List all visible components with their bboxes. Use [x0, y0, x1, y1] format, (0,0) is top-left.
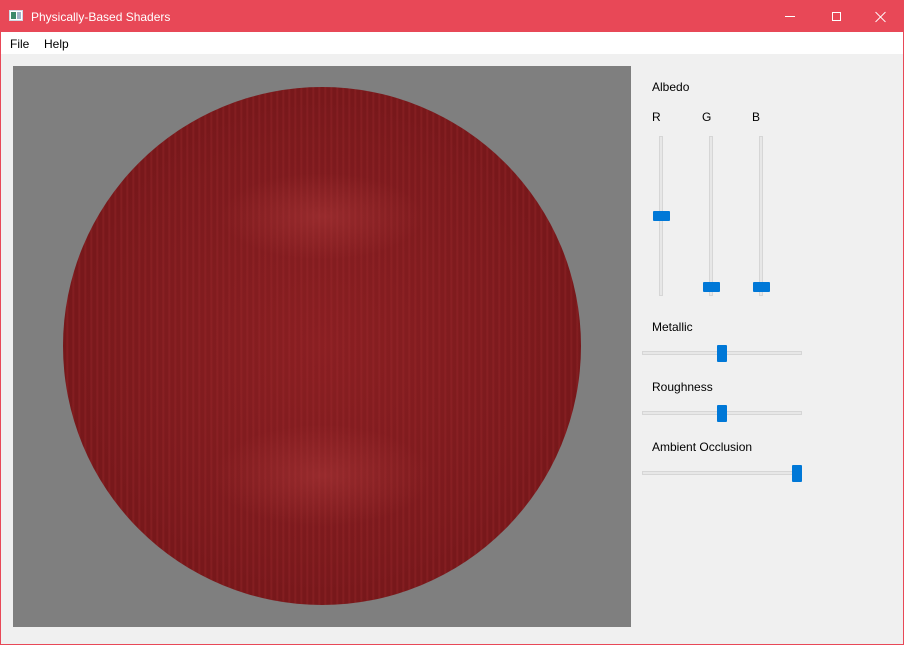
controls-panel: Albedo R G B Metallic Roughness Ambient … — [641, 66, 901, 626]
app-icon — [9, 10, 23, 21]
close-icon — [875, 11, 887, 23]
roughness-label: Roughness — [652, 380, 713, 394]
slider-thumb[interactable] — [653, 211, 670, 221]
maximize-button[interactable] — [813, 1, 859, 32]
slider-thumb[interactable] — [717, 345, 727, 362]
title-bar[interactable]: Physically-Based Shaders — [1, 1, 903, 32]
minimize-button[interactable] — [767, 1, 813, 32]
close-button[interactable] — [858, 1, 904, 32]
metallic-label: Metallic — [652, 320, 693, 334]
slider-track — [759, 136, 763, 296]
albedo-g-slider[interactable] — [701, 136, 721, 296]
albedo-r-label: R — [652, 110, 661, 124]
albedo-r-slider[interactable] — [651, 136, 671, 296]
albedo-b-slider[interactable] — [751, 136, 771, 296]
shaded-sphere — [63, 87, 581, 605]
albedo-label: Albedo — [652, 80, 690, 94]
render-viewport[interactable] — [13, 66, 631, 627]
ambient-occlusion-slider[interactable] — [642, 463, 802, 483]
slider-thumb[interactable] — [792, 465, 802, 482]
menu-bar: File Help — [1, 32, 903, 54]
albedo-g-label: G — [702, 110, 712, 124]
window-title: Physically-Based Shaders — [31, 10, 171, 24]
maximize-icon — [831, 12, 841, 21]
metallic-slider[interactable] — [642, 343, 802, 363]
ambient-occlusion-label: Ambient Occlusion — [652, 440, 753, 454]
slider-thumb[interactable] — [703, 282, 720, 292]
slider-track — [709, 136, 713, 296]
menu-help[interactable]: Help — [44, 37, 69, 51]
albedo-b-label: B — [752, 110, 761, 124]
slider-track — [642, 471, 802, 475]
app-window: Physically-Based Shaders File Help Albed… — [0, 0, 904, 645]
minimize-icon — [785, 16, 795, 17]
roughness-slider[interactable] — [642, 403, 802, 423]
menu-file[interactable]: File — [10, 37, 29, 51]
slider-thumb[interactable] — [753, 282, 770, 292]
slider-thumb[interactable] — [717, 405, 727, 422]
